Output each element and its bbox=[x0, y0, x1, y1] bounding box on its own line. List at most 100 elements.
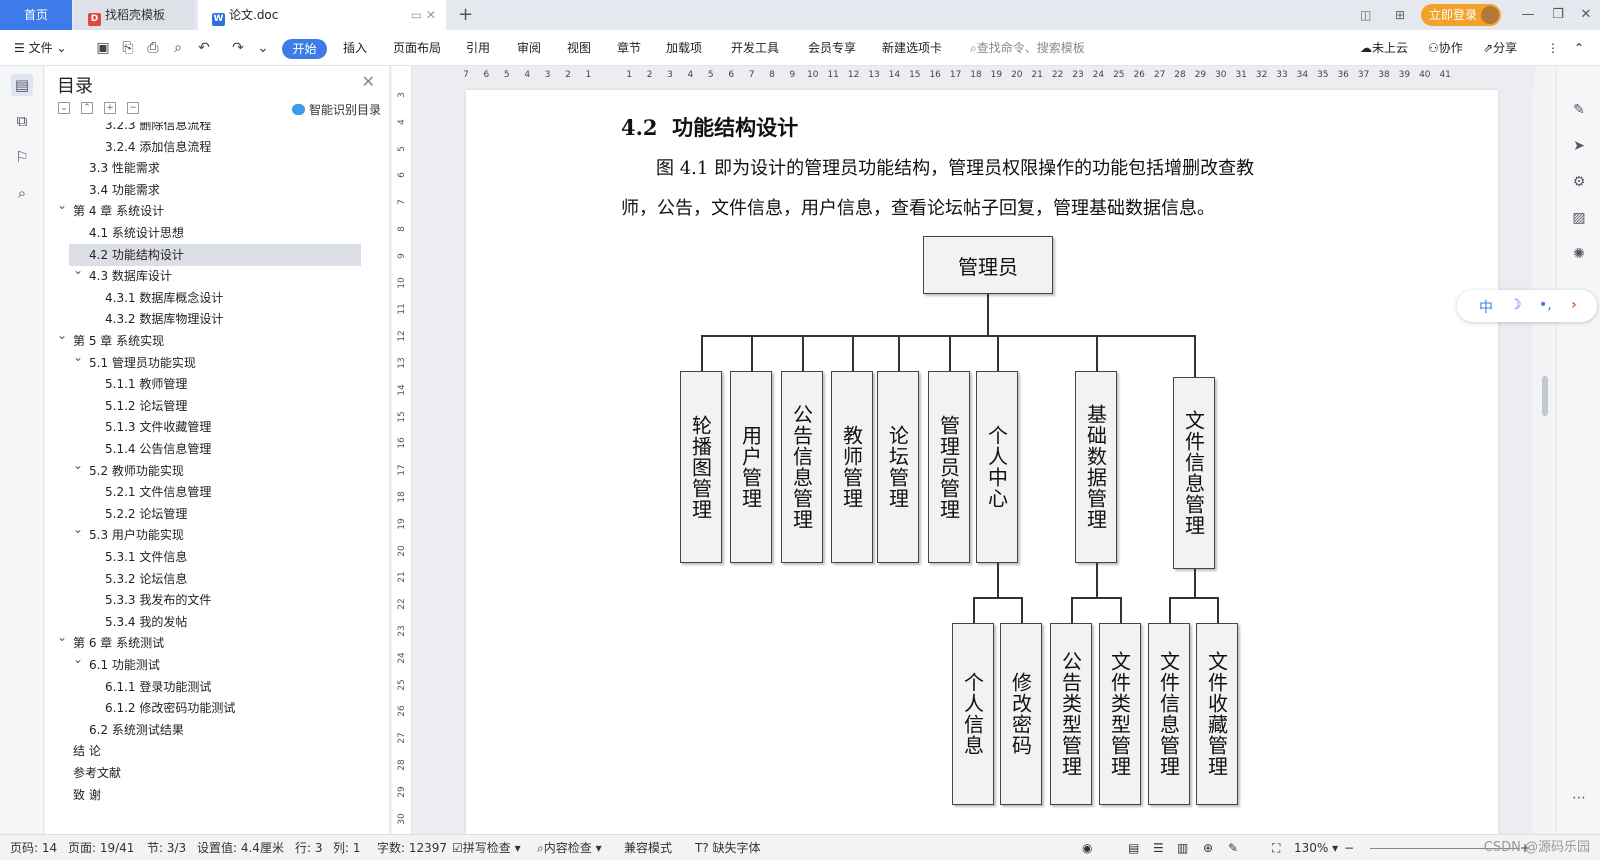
share-button[interactable]: ⇗分享 bbox=[1483, 30, 1517, 66]
horizontal-ruler[interactable]: 7 6 5 4 3 2 1 1 2 3 4 5 6 7 8 9 10 11 12 13 14 15 16 17 18 19 20 21… bbox=[412, 66, 1544, 90]
read-view-icon[interactable]: ▥ bbox=[1177, 835, 1188, 860]
outline-view-icon[interactable]: ☰ bbox=[1153, 835, 1164, 860]
image-icon[interactable]: ▨ bbox=[1569, 208, 1589, 228]
print-preview-icon[interactable]: ⌕ bbox=[170, 40, 186, 56]
close-window-button[interactable]: ✕ bbox=[1574, 0, 1598, 30]
toc-item[interactable]: 6.1.2 修改密码功能测试 bbox=[45, 697, 375, 719]
select-icon[interactable]: ➤ bbox=[1569, 136, 1589, 156]
tab-developer[interactable]: 开发工具 bbox=[731, 30, 779, 66]
undo-icon[interactable]: ↶ bbox=[196, 40, 212, 56]
toc-item[interactable]: 5.3 用户功能实现 bbox=[45, 524, 375, 546]
toc-item[interactable]: 5.1.1 教师管理 bbox=[45, 373, 375, 395]
tab-chapter[interactable]: 章节 bbox=[617, 30, 641, 66]
tab-start[interactable]: 开始 bbox=[282, 39, 327, 59]
vertical-ruler[interactable]: 3 4 5 6 7 8 9 10 11 12 13 14 15 16 17 18 19 20 21 22 23 24 25 2… bbox=[392, 66, 412, 834]
toc-item[interactable]: 4.3 数据库设计 bbox=[45, 265, 375, 287]
document-scrollbar[interactable] bbox=[1535, 66, 1555, 834]
cloud-button[interactable]: ☁未上云 bbox=[1360, 30, 1408, 66]
more-icon[interactable]: ⋮ bbox=[1547, 30, 1559, 66]
print-icon[interactable]: ⎙ bbox=[145, 40, 161, 56]
find-icon[interactable]: ⌕ bbox=[11, 182, 33, 204]
chevron-down-icon[interactable]: ⌄ bbox=[57, 630, 67, 644]
toc-item[interactable]: 5.1.4 公告信息管理 bbox=[45, 438, 375, 460]
pen-view-icon[interactable]: ✎ bbox=[1228, 835, 1238, 860]
spell-check-button[interactable]: ☑拼写检查 ▾ bbox=[452, 835, 521, 860]
close-tab-icon[interactable]: ▭ ✕ bbox=[411, 0, 436, 30]
remove-heading-icon[interactable]: − bbox=[127, 102, 139, 114]
scrollbar-thumb[interactable] bbox=[1542, 376, 1548, 416]
page-view-icon[interactable]: ▤ bbox=[1128, 835, 1139, 860]
tab-page-layout[interactable]: 页面布局 bbox=[393, 30, 441, 66]
tab-new-tab[interactable]: 新建选项卡 bbox=[882, 30, 942, 66]
collab-button[interactable]: ⚇协作 bbox=[1428, 30, 1463, 66]
fit-page-icon[interactable]: ⛶ bbox=[1272, 835, 1280, 860]
toc-item[interactable]: 3.2.3 删除信息流程 bbox=[45, 122, 375, 136]
quick-access-dropdown-icon[interactable]: ⌄ bbox=[255, 40, 271, 56]
smart-toc-button[interactable]: 智能识别目录 bbox=[291, 101, 381, 118]
tab-member[interactable]: 会员专享 bbox=[808, 30, 856, 66]
toc-item[interactable]: 5.2.2 论坛管理 bbox=[45, 503, 375, 525]
chevron-down-icon[interactable]: ⌄ bbox=[73, 652, 83, 666]
chevron-down-icon[interactable]: ⌄ bbox=[57, 198, 67, 212]
toc-item[interactable]: 5.1.2 论坛管理 bbox=[45, 395, 375, 417]
toc-item[interactable]: 3.2.4 添加信息流程 bbox=[45, 136, 375, 158]
toc-item[interactable]: 5.2.1 文件信息管理 bbox=[45, 481, 375, 503]
toc-item[interactable]: 5.3.2 论坛信息 bbox=[45, 568, 375, 590]
bookmark-icon[interactable]: ⚐ bbox=[11, 146, 33, 168]
toc-item[interactable]: 第 5 章 系统实现 bbox=[45, 330, 375, 352]
toc-item[interactable]: 第 4 章 系统设计 bbox=[45, 200, 375, 222]
content-check-button[interactable]: ⌕内容检查 ▾ bbox=[537, 835, 602, 860]
toc-item[interactable]: 5.1 管理员功能实现 bbox=[45, 352, 375, 374]
toc-item[interactable]: 4.3.1 数据库概念设计 bbox=[45, 287, 375, 309]
expand-all-icon[interactable]: ⌃ bbox=[81, 102, 93, 114]
toc-item[interactable]: 3.3 性能需求 bbox=[45, 157, 375, 179]
toc-item[interactable]: 5.1.3 文件收藏管理 bbox=[45, 416, 375, 438]
tab-references[interactable]: 引用 bbox=[466, 30, 490, 66]
chevron-right-icon[interactable]: › bbox=[1571, 297, 1577, 313]
toc-item[interactable]: 6.1.1 登录功能测试 bbox=[45, 676, 375, 698]
chevron-down-icon[interactable]: ⌄ bbox=[73, 263, 83, 277]
tab-template[interactable]: D 找稻壳模板 bbox=[74, 0, 194, 30]
chevron-down-icon[interactable]: ⌄ bbox=[73, 458, 83, 472]
toc-item[interactable]: 5.3.4 我的发帖 bbox=[45, 611, 375, 633]
missing-font-button[interactable]: T? 缺失字体 bbox=[695, 835, 761, 860]
eye-protect-icon[interactable]: ◉ bbox=[1082, 835, 1092, 860]
ime-chinese-icon[interactable]: 中 bbox=[1479, 297, 1493, 317]
web-view-icon[interactable]: ⊕ bbox=[1203, 835, 1213, 860]
chevron-down-icon[interactable]: ⌄ bbox=[57, 328, 67, 342]
toc-item[interactable]: 4.3.2 数据库物理设计 bbox=[45, 308, 375, 330]
toc-item[interactable]: 3.4 功能需求 bbox=[45, 179, 375, 201]
minimize-button[interactable]: — bbox=[1516, 0, 1540, 30]
tab-addins[interactable]: 加载项 bbox=[666, 30, 702, 66]
file-menu[interactable]: ☰ 文件 ⌄ bbox=[14, 30, 66, 66]
restore-button[interactable]: ❐ bbox=[1546, 0, 1570, 30]
toc-item[interactable]: 致 谢 bbox=[45, 784, 375, 806]
input-float-toolbar[interactable]: 中 ☽ •, › bbox=[1457, 290, 1597, 322]
toc-item[interactable]: 参考文献 bbox=[45, 762, 375, 784]
navigation-icon[interactable]: ⧉ bbox=[11, 110, 33, 132]
settings-icon[interactable]: ⚙ bbox=[1569, 172, 1589, 192]
plugin-icon[interactable]: ✺ bbox=[1569, 244, 1589, 264]
tab-insert[interactable]: 插入 bbox=[343, 30, 367, 66]
status-words[interactable]: 字数: 12397 bbox=[377, 835, 447, 860]
toc-item[interactable]: 结 论 bbox=[45, 740, 375, 762]
document-page[interactable]: 4.2 功能结构设计 图 4.1 即为设计的管理员功能结构，管理员权限操作的功能… bbox=[466, 90, 1498, 834]
edit-pen-icon[interactable]: ✎ bbox=[1569, 100, 1589, 120]
toc-item-selected[interactable]: 4.2 功能结构设计 bbox=[69, 243, 361, 266]
toc-item[interactable]: 6.1 功能测试 bbox=[45, 654, 375, 676]
chevron-down-icon[interactable]: ⌄ bbox=[73, 350, 83, 364]
command-search[interactable]: ⌕查找命令、搜索模板 bbox=[970, 30, 1085, 66]
chevron-down-icon[interactable]: ⌄ bbox=[73, 522, 83, 536]
collapse-all-icon[interactable]: ⌄ bbox=[58, 102, 70, 114]
toc-item[interactable]: 6.2 系统测试结果 bbox=[45, 719, 375, 741]
new-tab-button[interactable]: + bbox=[458, 0, 473, 30]
moon-icon[interactable]: ☽ bbox=[1509, 297, 1522, 313]
toc-item[interactable]: 第 6 章 系统测试 bbox=[45, 632, 375, 654]
status-page[interactable]: 页面: 19/41 bbox=[68, 835, 134, 860]
tab-view[interactable]: 视图 bbox=[567, 30, 591, 66]
toc-item[interactable]: 5.3.1 文件信息 bbox=[45, 546, 375, 568]
punctuation-icon[interactable]: •, bbox=[1539, 297, 1552, 313]
tab-document[interactable]: W 论文.doc ▭ ✕ bbox=[198, 0, 446, 30]
login-button[interactable]: 立即登录 bbox=[1421, 4, 1501, 26]
collapse-ribbon-icon[interactable]: ⌃ bbox=[1574, 30, 1584, 66]
